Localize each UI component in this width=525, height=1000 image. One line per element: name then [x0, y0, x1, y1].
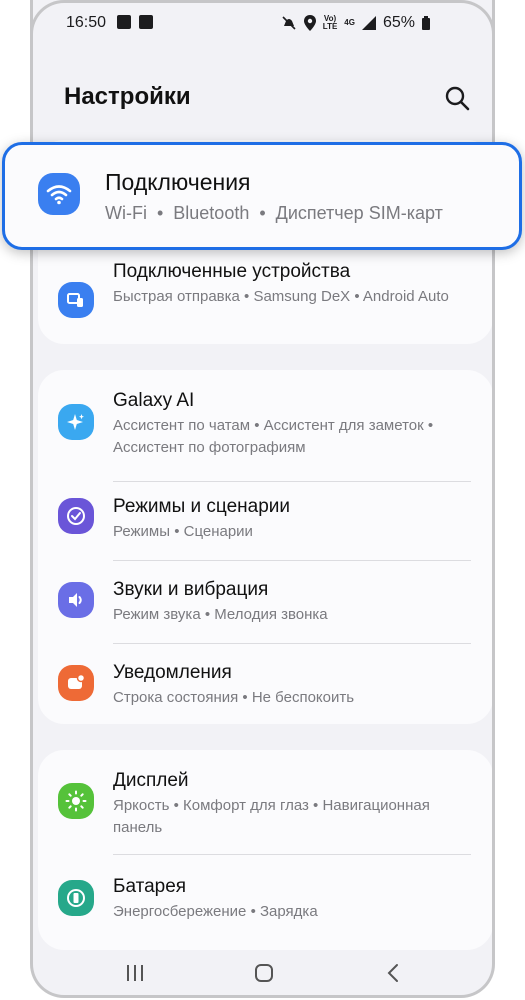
settings-item-galaxy-ai[interactable]: Galaxy AI Ассистент по чатам • Ассистент…	[38, 370, 492, 460]
item-subtitle: Яркость • Комфорт для глаз • Навигационн…	[113, 797, 430, 836]
item-title: Батарея	[113, 876, 187, 897]
devices-icon	[58, 282, 94, 318]
settings-group-device: Дисплей Яркость • Комфорт для глаз • Нав…	[38, 750, 492, 950]
mute-icon	[282, 16, 296, 30]
battery-icon	[58, 880, 94, 916]
item-subtitle: Режим звука • Мелодия звонка	[113, 606, 328, 623]
navigation-bar	[33, 955, 492, 995]
item-subtitle: Строка состояния • Не беспокоить	[113, 689, 355, 706]
settings-item-sounds-vibration[interactable]: Звуки и вибрация Режим звука • Мелодия з…	[38, 561, 492, 643]
page-title: Настройки	[64, 83, 191, 110]
back-button[interactable]	[385, 962, 401, 984]
item-subtitle: Wi-Fi • Bluetooth • Диспетчер SIM-карт	[105, 203, 443, 223]
status-bar-right: Vo) LTE 4G 65%	[281, 14, 430, 32]
volume-icon	[58, 582, 94, 618]
item-subtitle: Быстрая отправка • Samsung DeX • Android…	[113, 288, 449, 305]
settings-item-connected-devices[interactable]: Подключенные устройства Быстрая отправка…	[38, 258, 492, 344]
recent-apps-button[interactable]	[123, 962, 147, 984]
item-subtitle: Ассистент по чатам • Ассистент для замет…	[113, 417, 434, 456]
status-bar-left: 16:50	[66, 14, 153, 32]
notification-icon	[58, 665, 94, 701]
search-icon[interactable]	[443, 84, 471, 112]
network-type: 4G	[344, 18, 355, 27]
item-title: Режимы и сценарии	[113, 496, 290, 517]
settings-item-battery[interactable]: Батарея Энергосбережение • Зарядка	[38, 855, 492, 935]
location-icon	[303, 15, 316, 31]
settings-item-notifications[interactable]: Уведомления Строка состояния • Не беспок…	[38, 644, 492, 724]
item-subtitle: Энергосбережение • Зарядка	[113, 903, 318, 920]
item-subtitle: Режимы • Сценарии	[113, 523, 253, 540]
item-title: Подключения	[105, 169, 251, 195]
item-title: Дисплей	[113, 770, 189, 791]
status-time: 16:50	[66, 14, 107, 31]
settings-group-features: Galaxy AI Ассистент по чатам • Ассистент…	[38, 370, 492, 724]
settings-item-connections[interactable]: Подключения Wi-Fi • Bluetooth • Диспетче…	[2, 142, 522, 250]
item-title: Звуки и вибрация	[113, 579, 269, 600]
item-title: Подключенные устройства	[113, 261, 351, 282]
wifi-icon	[38, 173, 80, 215]
volte-label: Vo) LTE	[322, 14, 338, 31]
sparkle-icon	[58, 404, 94, 440]
item-title: Уведомления	[113, 662, 232, 683]
brightness-icon	[58, 783, 94, 819]
home-button[interactable]	[253, 962, 275, 984]
gallery-notification-icon	[116, 15, 131, 29]
signal-icon	[361, 16, 376, 30]
s-notification-icon	[138, 15, 153, 29]
settings-item-display[interactable]: Дисплей Яркость • Комфорт для глаз • Нав…	[38, 750, 492, 853]
item-title: Galaxy AI	[113, 390, 195, 411]
battery-percent: 65%	[382, 14, 415, 31]
settings-item-modes-routines[interactable]: Режимы и сценарии Режимы • Сценарии	[38, 482, 492, 560]
check-circle-icon	[58, 498, 94, 534]
battery-status-icon	[422, 16, 430, 30]
